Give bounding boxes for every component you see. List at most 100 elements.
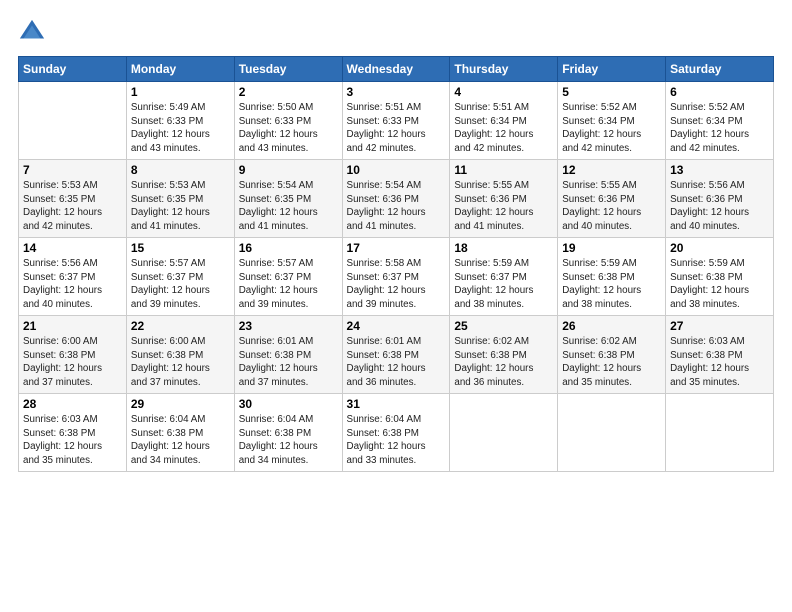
day-info: Sunrise: 6:01 AM Sunset: 6:38 PM Dayligh…	[347, 335, 446, 390]
day-info: Sunrise: 5:52 AM Sunset: 6:34 PM Dayligh…	[562, 101, 661, 156]
logo-icon	[18, 18, 46, 46]
day-number: 15	[131, 241, 230, 255]
calendar-cell: 16 Sunrise: 5:57 AM Sunset: 6:37 PM Dayli…	[234, 238, 342, 316]
page-container: SundayMondayTuesdayWednesdayThursdayFrid…	[0, 0, 792, 482]
calendar-cell	[558, 394, 666, 472]
calendar-cell: 2 Sunrise: 5:50 AM Sunset: 6:33 PM Daylig…	[234, 82, 342, 160]
day-info: Sunrise: 5:53 AM Sunset: 6:35 PM Dayligh…	[131, 179, 230, 234]
day-info: Sunrise: 5:55 AM Sunset: 6:36 PM Dayligh…	[562, 179, 661, 234]
day-number: 27	[670, 319, 769, 333]
day-info: Sunrise: 5:52 AM Sunset: 6:34 PM Dayligh…	[670, 101, 769, 156]
calendar-cell: 27 Sunrise: 6:03 AM Sunset: 6:38 PM Dayli…	[666, 316, 774, 394]
day-info: Sunrise: 5:54 AM Sunset: 6:36 PM Dayligh…	[347, 179, 446, 234]
day-number: 25	[454, 319, 553, 333]
day-info: Sunrise: 6:04 AM Sunset: 6:38 PM Dayligh…	[347, 413, 446, 468]
column-header-monday: Monday	[126, 57, 234, 82]
calendar-cell: 30 Sunrise: 6:04 AM Sunset: 6:38 PM Dayli…	[234, 394, 342, 472]
calendar-cell: 18Sunrise: 5:59 AM Sunset: 6:37 PM Dayli…	[450, 238, 558, 316]
day-info: Sunrise: 5:51 AM Sunset: 6:34 PM Dayligh…	[454, 101, 553, 156]
calendar-cell: 22 Sunrise: 6:00 AM Sunset: 6:38 PM Dayli…	[126, 316, 234, 394]
calendar-cell: 14 Sunrise: 5:56 AM Sunset: 6:37 PM Dayli…	[19, 238, 127, 316]
day-info: Sunrise: 6:03 AM Sunset: 6:38 PM Dayligh…	[670, 335, 769, 390]
day-number: 20	[670, 241, 769, 255]
day-info: Sunrise: 5:59 AM Sunset: 6:37 PM Dayligh…	[454, 257, 553, 312]
day-info: Sunrise: 5:58 AM Sunset: 6:37 PM Dayligh…	[347, 257, 446, 312]
day-number: 12	[562, 163, 661, 177]
calendar-cell: 26 Sunrise: 6:02 AM Sunset: 6:38 PM Dayli…	[558, 316, 666, 394]
calendar-cell: 13 Sunrise: 5:56 AM Sunset: 6:36 PM Dayli…	[666, 160, 774, 238]
day-number: 9	[239, 163, 338, 177]
calendar-cell: 25 Sunrise: 6:02 AM Sunset: 6:38 PM Dayli…	[450, 316, 558, 394]
calendar-cell: 12 Sunrise: 5:55 AM Sunset: 6:36 PM Dayli…	[558, 160, 666, 238]
column-header-sunday: Sunday	[19, 57, 127, 82]
calendar-cell: 10 Sunrise: 5:54 AM Sunset: 6:36 PM Dayli…	[342, 160, 450, 238]
calendar-cell: 9 Sunrise: 5:54 AM Sunset: 6:35 PM Daylig…	[234, 160, 342, 238]
calendar-cell: 24 Sunrise: 6:01 AM Sunset: 6:38 PM Dayli…	[342, 316, 450, 394]
calendar-week-row: 7 Sunrise: 5:53 AM Sunset: 6:35 PM Daylig…	[19, 160, 774, 238]
day-info: Sunrise: 5:59 AM Sunset: 6:38 PM Dayligh…	[562, 257, 661, 312]
day-number: 6	[670, 85, 769, 99]
day-number: 26	[562, 319, 661, 333]
calendar-cell: 21 Sunrise: 6:00 AM Sunset: 6:38 PM Dayli…	[19, 316, 127, 394]
day-number: 5	[562, 85, 661, 99]
day-number: 8	[131, 163, 230, 177]
day-info: Sunrise: 5:53 AM Sunset: 6:35 PM Dayligh…	[23, 179, 122, 234]
calendar-cell: 6 Sunrise: 5:52 AM Sunset: 6:34 PM Daylig…	[666, 82, 774, 160]
day-number: 17	[347, 241, 446, 255]
calendar-cell: 8 Sunrise: 5:53 AM Sunset: 6:35 PM Daylig…	[126, 160, 234, 238]
column-header-wednesday: Wednesday	[342, 57, 450, 82]
day-number: 16	[239, 241, 338, 255]
day-number: 29	[131, 397, 230, 411]
day-number: 19	[562, 241, 661, 255]
day-number: 30	[239, 397, 338, 411]
calendar-cell: 28 Sunrise: 6:03 AM Sunset: 6:38 PM Dayli…	[19, 394, 127, 472]
day-number: 22	[131, 319, 230, 333]
day-info: Sunrise: 5:50 AM Sunset: 6:33 PM Dayligh…	[239, 101, 338, 156]
day-number: 1	[131, 85, 230, 99]
day-number: 13	[670, 163, 769, 177]
day-number: 3	[347, 85, 446, 99]
day-number: 2	[239, 85, 338, 99]
day-info: Sunrise: 6:03 AM Sunset: 6:38 PM Dayligh…	[23, 413, 122, 468]
day-info: Sunrise: 6:02 AM Sunset: 6:38 PM Dayligh…	[454, 335, 553, 390]
day-info: Sunrise: 5:54 AM Sunset: 6:35 PM Dayligh…	[239, 179, 338, 234]
day-info: Sunrise: 6:02 AM Sunset: 6:38 PM Dayligh…	[562, 335, 661, 390]
calendar-cell: 3 Sunrise: 5:51 AM Sunset: 6:33 PM Daylig…	[342, 82, 450, 160]
day-info: Sunrise: 5:56 AM Sunset: 6:36 PM Dayligh…	[670, 179, 769, 234]
calendar-cell	[19, 82, 127, 160]
day-info: Sunrise: 6:04 AM Sunset: 6:38 PM Dayligh…	[239, 413, 338, 468]
day-info: Sunrise: 5:51 AM Sunset: 6:33 PM Dayligh…	[347, 101, 446, 156]
day-info: Sunrise: 5:49 AM Sunset: 6:33 PM Dayligh…	[131, 101, 230, 156]
day-info: Sunrise: 5:55 AM Sunset: 6:36 PM Dayligh…	[454, 179, 553, 234]
day-number: 24	[347, 319, 446, 333]
day-info: Sunrise: 6:00 AM Sunset: 6:38 PM Dayligh…	[131, 335, 230, 390]
calendar-cell: 15Sunrise: 5:57 AM Sunset: 6:37 PM Dayli…	[126, 238, 234, 316]
day-number: 14	[23, 241, 122, 255]
day-info: Sunrise: 6:01 AM Sunset: 6:38 PM Dayligh…	[239, 335, 338, 390]
column-header-tuesday: Tuesday	[234, 57, 342, 82]
calendar-cell: 29Sunrise: 6:04 AM Sunset: 6:38 PM Dayli…	[126, 394, 234, 472]
calendar-cell: 11 Sunrise: 5:55 AM Sunset: 6:36 PM Dayli…	[450, 160, 558, 238]
header	[18, 18, 774, 46]
column-header-friday: Friday	[558, 57, 666, 82]
day-number: 11	[454, 163, 553, 177]
column-header-thursday: Thursday	[450, 57, 558, 82]
calendar-cell: 5 Sunrise: 5:52 AM Sunset: 6:34 PM Daylig…	[558, 82, 666, 160]
calendar-cell: 17 Sunrise: 5:58 AM Sunset: 6:37 PM Dayli…	[342, 238, 450, 316]
calendar-cell	[450, 394, 558, 472]
day-info: Sunrise: 6:00 AM Sunset: 6:38 PM Dayligh…	[23, 335, 122, 390]
day-info: Sunrise: 5:57 AM Sunset: 6:37 PM Dayligh…	[239, 257, 338, 312]
column-header-saturday: Saturday	[666, 57, 774, 82]
calendar-week-row: 1 Sunrise: 5:49 AM Sunset: 6:33 PM Daylig…	[19, 82, 774, 160]
calendar-cell: 7 Sunrise: 5:53 AM Sunset: 6:35 PM Daylig…	[19, 160, 127, 238]
calendar-header-row: SundayMondayTuesdayWednesdayThursdayFrid…	[19, 57, 774, 82]
calendar-table: SundayMondayTuesdayWednesdayThursdayFrid…	[18, 56, 774, 472]
day-number: 28	[23, 397, 122, 411]
day-info: Sunrise: 5:59 AM Sunset: 6:38 PM Dayligh…	[670, 257, 769, 312]
calendar-week-row: 14 Sunrise: 5:56 AM Sunset: 6:37 PM Dayli…	[19, 238, 774, 316]
day-number: 10	[347, 163, 446, 177]
calendar-week-row: 28 Sunrise: 6:03 AM Sunset: 6:38 PM Dayli…	[19, 394, 774, 472]
day-number: 7	[23, 163, 122, 177]
day-number: 21	[23, 319, 122, 333]
day-info: Sunrise: 5:56 AM Sunset: 6:37 PM Dayligh…	[23, 257, 122, 312]
